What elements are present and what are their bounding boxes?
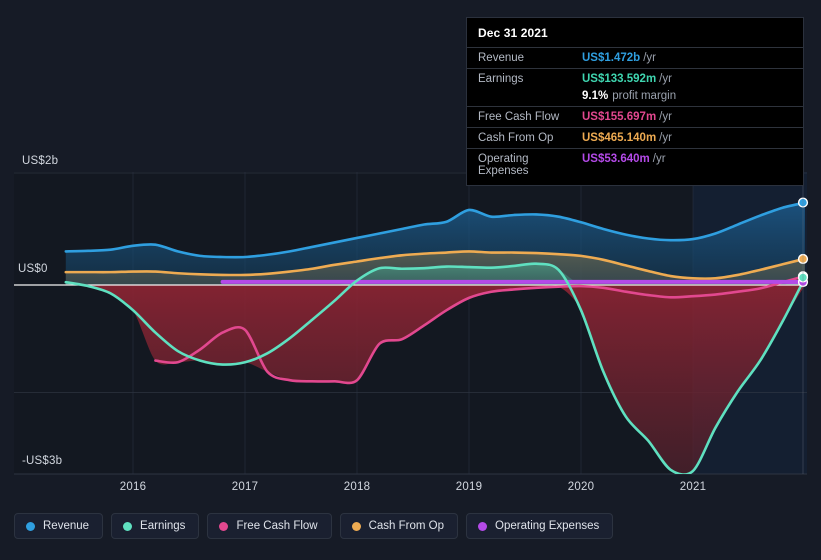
tooltip-unit-cash-from-op: /yr xyxy=(659,132,672,144)
x-axis-label-2018: 2018 xyxy=(343,481,371,493)
legend-item-revenue[interactable]: Revenue xyxy=(14,513,104,539)
y-axis-label-top: US$2b xyxy=(22,155,59,167)
tooltip-row-earnings: Earnings US$133.592m /yr xyxy=(467,68,803,89)
tooltip-row-revenue: Revenue US$1.472b /yr xyxy=(467,47,803,68)
y-axis-label-bottom: -US$3b xyxy=(22,455,63,467)
x-axis-label-2016: 2016 xyxy=(119,481,147,493)
tooltip-row-free-cash-flow: Free Cash Flow US$155.697m /yr xyxy=(467,106,803,127)
tooltip-unit-operating-expenses: /yr xyxy=(652,153,666,165)
data-tooltip: Dec 31 2021 Revenue US$1.472b /yr Earnin… xyxy=(466,17,804,186)
tooltip-unit-earnings: /yr xyxy=(659,73,672,85)
tooltip-value-profit-margin: 9.1% xyxy=(582,90,609,102)
tooltip-value-cash-from-op: US$465.140m xyxy=(582,132,657,144)
legend-color-dot-icon xyxy=(26,521,35,531)
tooltip-value-revenue: US$1.472b xyxy=(582,52,641,64)
tooltip-key-cash-from-op: Cash From Op xyxy=(478,132,554,144)
tooltip-row-operating-expenses: Operating Expenses US$53.640m /yr xyxy=(467,148,803,181)
tooltip-value-free-cash-flow: US$155.697m xyxy=(582,111,657,123)
legend-item-earnings[interactable]: Earnings xyxy=(111,513,200,539)
legend-item-label: Cash From Op xyxy=(368,520,445,532)
x-axis-label-2021: 2021 xyxy=(679,481,707,493)
tooltip-key-operating-expenses: Operating Expenses xyxy=(478,153,529,177)
chart-legend: Revenue Earnings Free Cash Flow Cash From O… xyxy=(14,513,614,539)
legend-color-dot-icon xyxy=(478,521,488,531)
tooltip-row-profit-margin: 9.1% profit margin xyxy=(467,89,803,106)
tooltip-value-operating-expenses: US$53.640m xyxy=(582,153,650,165)
legend-item-label: Operating Expenses xyxy=(495,520,600,532)
legend-color-dot-icon xyxy=(123,521,133,531)
tooltip-unit-free-cash-flow: /yr xyxy=(659,111,672,123)
tooltip-value-earnings: US$133.592m xyxy=(582,73,657,85)
y-axis-label-zero: US$0 xyxy=(18,263,48,275)
legend-item-cash-from-op[interactable]: Cash From Op xyxy=(339,513,459,539)
tooltip-key-earnings: Earnings xyxy=(478,73,524,85)
legend-color-dot-icon xyxy=(351,521,361,531)
tooltip-unit-revenue: /yr xyxy=(643,52,656,64)
tooltip-key-revenue: Revenue xyxy=(478,52,525,64)
x-axis-label-2017: 2017 xyxy=(231,481,259,493)
tooltip-key-free-cash-flow: Free Cash Flow xyxy=(478,111,560,123)
x-axis-label-2020: 2020 xyxy=(567,481,595,493)
x-axis-label-2019: 2019 xyxy=(455,481,483,493)
legend-item-label: Free Cash Flow xyxy=(236,520,318,532)
tooltip-row-cash-from-op: Cash From Op US$465.140m /yr xyxy=(467,127,803,148)
legend-color-dot-icon xyxy=(219,521,229,531)
legend-item-operating-expenses[interactable]: Operating Expenses xyxy=(466,513,614,539)
legend-item-label: Revenue xyxy=(43,520,90,532)
legend-item-label: Earnings xyxy=(140,520,186,532)
tooltip-label-profit-margin: profit margin xyxy=(612,90,677,102)
legend-item-free-cash-flow[interactable]: Free Cash Flow xyxy=(207,513,332,539)
financials-chart-widget: US$2b US$0 -US$3b 2016 2017 2018 2019 2020 20… xyxy=(0,0,821,560)
tooltip-title: Dec 31 2021 xyxy=(478,26,548,40)
